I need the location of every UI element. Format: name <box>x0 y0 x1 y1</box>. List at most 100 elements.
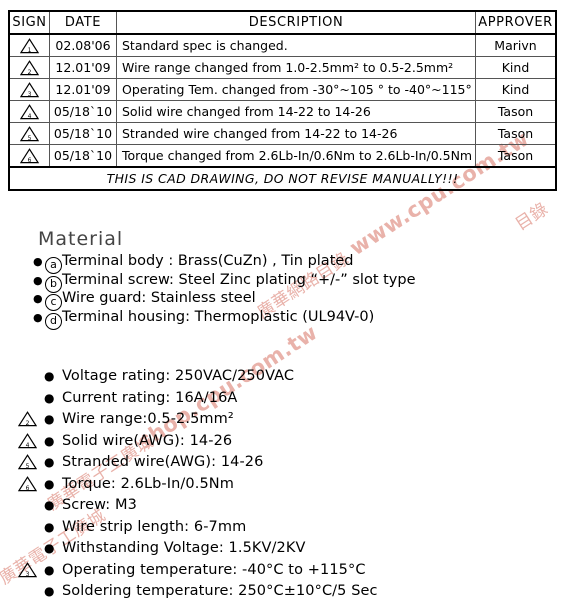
cell-sign: 2 <box>8 56 50 79</box>
bullet-icon: ● <box>44 433 55 448</box>
warning-triangle-icon: 3 <box>18 561 37 578</box>
triangle-number: 4 <box>27 112 32 120</box>
column-header-date: DATE <box>49 10 117 35</box>
cell-approver: Tason <box>475 100 557 123</box>
warning-triangle-icon: 1 <box>20 37 39 54</box>
triangle-number: 1 <box>27 46 32 54</box>
spec-item: 4 ● Solid wire(AWG): 14-26 <box>18 431 558 453</box>
warning-triangle-icon: 5 <box>18 454 37 470</box>
triangle-number: 4 <box>25 441 30 449</box>
cell-description: Wire range changed from 1.0-2.5mm² to 0.… <box>116 56 476 79</box>
cad-drawing-notice: THIS IS CAD DRAWING, DO NOT REVISE MANUA… <box>8 166 557 191</box>
cell-sign: 6 <box>8 144 50 168</box>
bullet-icon: ● <box>44 519 55 534</box>
revision-history-table: SIGN DATE DESCRIPTION APPROVER 1 02.08'0… <box>8 10 557 191</box>
triangle-number: 6 <box>27 156 32 164</box>
table-row: 2 12.01'09 Wire range changed from 1.0-2… <box>8 56 557 79</box>
specification-list: ● Voltage rating: 250VAC/250VAC ● Current … <box>18 366 558 603</box>
spec-item-text: Torque: 2.6Lb-In/0.5Nm <box>62 475 234 492</box>
spec-item-text: Soldering temperature: 250°C±10°C/5 Sec <box>62 583 378 599</box>
cell-sign: 5 <box>8 122 50 145</box>
table-header: SIGN DATE DESCRIPTION APPROVER <box>8 10 557 35</box>
cell-date: 05/18`10 <box>49 122 117 145</box>
cell-approver: Kind <box>475 78 557 101</box>
spec-item: ● Wire strip length: 6-7mm <box>18 517 558 539</box>
spec-item: ● Screw: M3 <box>18 495 558 517</box>
warning-triangle-icon: 4 <box>18 432 37 449</box>
material-item-text: Terminal screw: Steel Zinc plating “+/-”… <box>62 271 416 288</box>
column-header-approver: APPROVER <box>475 10 557 35</box>
spec-item: ● Soldering temperature: 250°C±10°C/5 Sec <box>18 581 558 603</box>
spec-sign-slot: 4 <box>18 431 44 453</box>
warning-triangle-icon: 5 <box>20 125 39 142</box>
table-row: 6 05/18`10 Torque changed from 2.6Lb-In/… <box>8 144 557 168</box>
cell-date: 02.08'06 <box>49 33 117 57</box>
warning-triangle-icon: 6 <box>20 147 39 164</box>
spec-item-text: Withstanding Voltage: 1.5KV/2KV <box>62 540 306 556</box>
bullet-icon: ● <box>44 562 55 577</box>
cell-sign: 3 <box>8 78 50 101</box>
spec-item: 5 ● Stranded wire(AWG): 14-26 <box>18 452 558 474</box>
material-item-text: Terminal housing: Thermoplastic (UL94V-0… <box>62 308 375 325</box>
spec-item: 2 ● Wire range:0.5-2.5mm² <box>18 409 558 431</box>
table-row: 3 12.01'09 Operating Tem. changed from -… <box>8 78 557 101</box>
triangle-number: 5 <box>27 134 32 142</box>
triangle-number: 3 <box>25 570 30 578</box>
cell-approver: Marivn <box>475 33 557 57</box>
watermark-cjk-far-right: 目錄 <box>511 199 553 235</box>
table-body: 1 02.08'06 Standard spec is changed. Mar… <box>8 33 557 191</box>
bullet-icon: ● <box>33 310 43 324</box>
cell-approver: Tason <box>475 122 557 145</box>
warning-triangle-icon: 2 <box>18 411 37 427</box>
bullet-icon: ● <box>33 255 43 268</box>
triangle-number: 3 <box>27 90 32 98</box>
spec-item-text: Solid wire(AWG): 14-26 <box>62 432 233 449</box>
material-item: ● b Terminal screw: Steel Zinc plating “+/… <box>33 271 416 293</box>
cell-description: Standard spec is changed. <box>116 33 476 57</box>
cell-description: Operating Tem. changed from -30°~105 ° t… <box>116 78 476 101</box>
table-header-row: SIGN DATE DESCRIPTION APPROVER <box>8 10 557 35</box>
cell-description: Stranded wire changed from 14-22 to 14-2… <box>116 122 476 145</box>
triangle-number: 5 <box>25 463 30 470</box>
cell-description: Torque changed from 2.6Lb-In/0.6Nm to 2.… <box>116 144 476 168</box>
bullet-icon: ● <box>44 390 55 405</box>
cell-sign: 1 <box>8 33 50 57</box>
bullet-icon: ● <box>44 455 55 469</box>
table-note-row: THIS IS CAD DRAWING, DO NOT REVISE MANUA… <box>8 166 557 191</box>
material-item: ● a Terminal body : Brass(CuZn) , Tin plat… <box>33 252 416 274</box>
material-item-text: Wire guard: Stainless steel <box>62 290 256 306</box>
material-list: ● a Terminal body : Brass(CuZn) , Tin plat… <box>33 252 416 330</box>
spec-item-text: Wire range:0.5-2.5mm² <box>62 411 234 427</box>
bullet-icon: ● <box>44 476 55 491</box>
spec-sign-slot: 2 <box>18 409 44 431</box>
spec-item-text: Wire strip length: 6-7mm <box>62 518 247 535</box>
spec-item: ● Voltage rating: 250VAC/250VAC <box>18 366 558 388</box>
bullet-icon: ● <box>33 273 43 287</box>
triangle-number: 2 <box>25 420 30 427</box>
spec-sign-slot: 5 <box>18 452 44 474</box>
cell-description: Solid wire changed from 14-22 to 14-26 <box>116 100 476 123</box>
cell-date: 05/18`10 <box>49 144 117 168</box>
cell-approver: Tason <box>475 144 557 168</box>
bullet-icon: ● <box>33 292 43 305</box>
table-row: 1 02.08'06 Standard spec is changed. Mar… <box>8 33 557 57</box>
column-header-sign: SIGN <box>8 10 50 35</box>
circled-letter-marker: d <box>45 312 62 330</box>
spec-item-text: Operating temperature: -40°C to +115°C <box>62 561 366 578</box>
material-item: ● d Terminal housing: Thermoplastic (UL94V… <box>33 308 416 330</box>
spec-item-text: Stranded wire(AWG): 14-26 <box>62 454 264 470</box>
table-row: 4 05/18`10 Solid wire changed from 14-22… <box>8 100 557 123</box>
spec-item: ● Current rating: 16A/16A <box>18 388 558 410</box>
warning-triangle-icon: 6 <box>18 475 37 492</box>
cell-date: 12.01'09 <box>49 78 117 101</box>
triangle-number: 6 <box>25 484 30 492</box>
cell-date: 05/18`10 <box>49 100 117 123</box>
bullet-icon: ● <box>44 541 55 555</box>
triangle-number: 2 <box>27 68 32 76</box>
spec-sign-slot: 6 <box>18 474 44 496</box>
column-header-description: DESCRIPTION <box>116 10 476 35</box>
material-section-title: Material <box>38 228 124 250</box>
table-row: 5 05/18`10 Stranded wire changed from 14… <box>8 122 557 145</box>
cell-sign: 4 <box>8 100 50 123</box>
bullet-icon: ● <box>44 584 55 598</box>
